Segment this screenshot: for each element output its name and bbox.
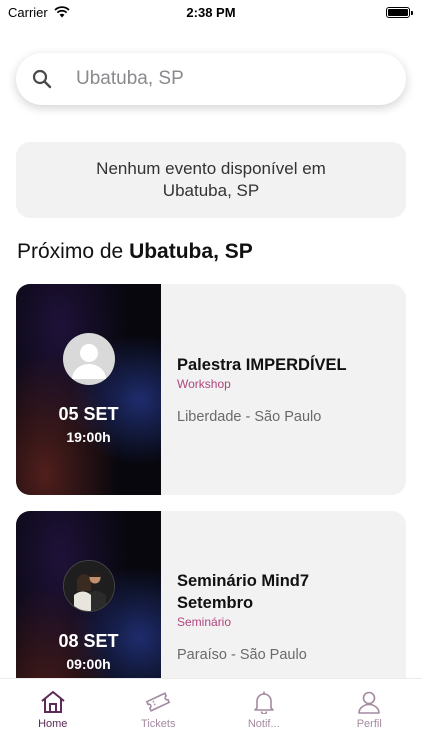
tab-label: Notif... — [247, 718, 280, 730]
tab-notifications[interactable]: Notif... — [211, 679, 317, 750]
section-title-prefix: Próximo de — [17, 240, 124, 263]
battery-icon — [386, 6, 413, 18]
section-title-city: Ubatuba, SP — [129, 240, 253, 263]
status-bar: Carrier 2:38 PM — [0, 0, 422, 24]
event-date: 05 SET 19:00h — [16, 404, 161, 445]
event-info: Palestra IMPERDÍVEL Workshop Liberdade -… — [177, 354, 396, 425]
no-events-notice: Nenhum evento disponível em Ubatuba, SP — [16, 142, 406, 218]
event-title: Palestra IMPERDÍVEL — [177, 356, 347, 374]
search-icon — [32, 69, 52, 89]
event-image: 05 SET 19:00h — [16, 284, 161, 495]
event-info: Seminário Mind7 Setembro Seminário Paraí… — [177, 570, 367, 663]
event-hour: 19:00h — [66, 429, 111, 445]
search-bar[interactable] — [16, 53, 406, 105]
no-events-text: Nenhum evento disponível em Ubatuba, SP — [96, 159, 326, 200]
tab-profile[interactable]: Perfil — [317, 679, 422, 750]
section-title: Próximo de Ubatuba, SP — [17, 240, 253, 264]
tab-home[interactable]: Home — [0, 679, 106, 750]
event-place: Liberdade - São Paulo — [177, 409, 322, 425]
event-card[interactable]: 05 SET 19:00h Palestra IMPERDÍVEL Worksh… — [16, 284, 406, 495]
event-day: 05 SET — [58, 404, 119, 424]
event-category: Workshop — [177, 377, 231, 391]
event-day: 08 SET — [58, 631, 119, 651]
event-hour: 09:00h — [66, 656, 111, 672]
home-icon — [41, 691, 65, 713]
event-date: 08 SET 09:00h — [16, 631, 161, 672]
tab-label: Perfil — [356, 718, 382, 730]
tab-label: Tickets — [141, 718, 176, 730]
user-icon — [358, 691, 381, 714]
couple-photo-icon — [63, 560, 115, 612]
tab-tickets[interactable]: Tickets — [106, 679, 212, 750]
tab-label: Home — [38, 718, 68, 730]
ticket-icon — [146, 692, 171, 712]
status-time: 2:38 PM — [186, 4, 236, 20]
tab-bar: Home Tickets Notif... Perfil — [0, 678, 422, 750]
search-input[interactable] — [76, 68, 366, 90]
event-title: Seminário Mind7 Setembro — [177, 572, 310, 612]
placeholder-avatar-icon — [63, 333, 115, 385]
event-place: Paraíso - São Paulo — [177, 647, 307, 663]
bell-icon — [253, 691, 274, 714]
event-category: Seminário — [177, 615, 232, 629]
